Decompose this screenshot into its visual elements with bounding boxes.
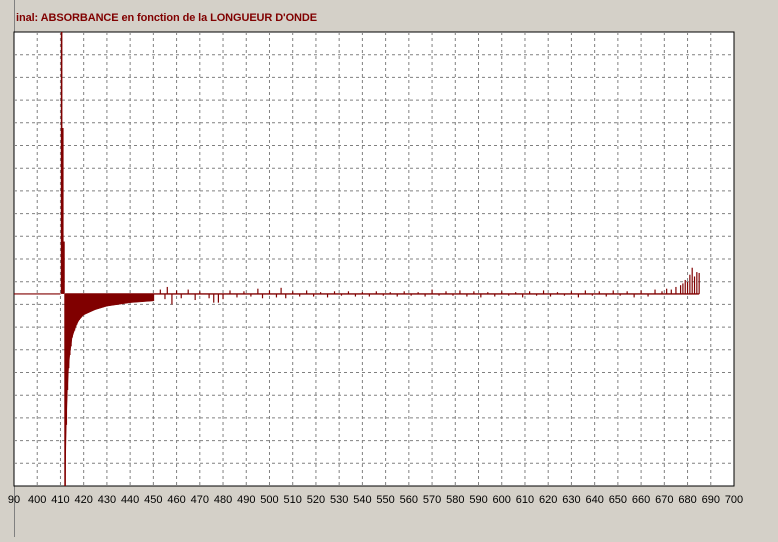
x-tick-label: 90 [8, 494, 20, 506]
x-tick-label: 420 [74, 494, 92, 506]
x-tick-label: 620 [539, 494, 557, 506]
x-tick-label: 430 [98, 494, 116, 506]
x-tick-label: 700 [725, 494, 743, 506]
x-tick-labels: 90 400 410 420 430 440 450 460 470 480 490 500 510 52… [8, 494, 743, 506]
x-tick-label: 540 [353, 494, 371, 506]
x-tick-label: 510 [284, 494, 302, 506]
x-tick-label: 680 [678, 494, 696, 506]
x-tick-label: 500 [260, 494, 278, 506]
x-tick-label: 630 [562, 494, 580, 506]
x-tick-label: 400 [28, 494, 46, 506]
x-tick-label: 650 [609, 494, 627, 506]
x-tick-label: 570 [423, 494, 441, 506]
x-tick-label: 610 [516, 494, 534, 506]
x-tick-label: 460 [167, 494, 185, 506]
grid-lines [14, 32, 734, 486]
x-tick-label: 660 [632, 494, 650, 506]
x-tick-label: 440 [121, 494, 139, 506]
x-tick-label: 560 [400, 494, 418, 506]
x-tick-label: 690 [702, 494, 720, 506]
chart-container: 90 400 410 420 430 440 450 460 470 480 490 500 510 52… [0, 0, 778, 537]
x-tick-label: 670 [655, 494, 673, 506]
x-tick-label: 530 [330, 494, 348, 506]
x-tick-label: 520 [307, 494, 325, 506]
x-tick-label: 470 [191, 494, 209, 506]
x-tick-label: 550 [376, 494, 394, 506]
x-tick-label: 410 [51, 494, 69, 506]
chart-svg: 90 400 410 420 430 440 450 460 470 480 490 500 510 52… [8, 31, 743, 506]
x-tick-label: 480 [214, 494, 232, 506]
x-tick-label: 490 [237, 494, 255, 506]
x-tick-label: 590 [469, 494, 487, 506]
x-tick-label: 580 [446, 494, 464, 506]
x-tick-label: 640 [585, 494, 603, 506]
x-tick-label: 600 [493, 494, 511, 506]
x-tick-label: 450 [144, 494, 162, 506]
